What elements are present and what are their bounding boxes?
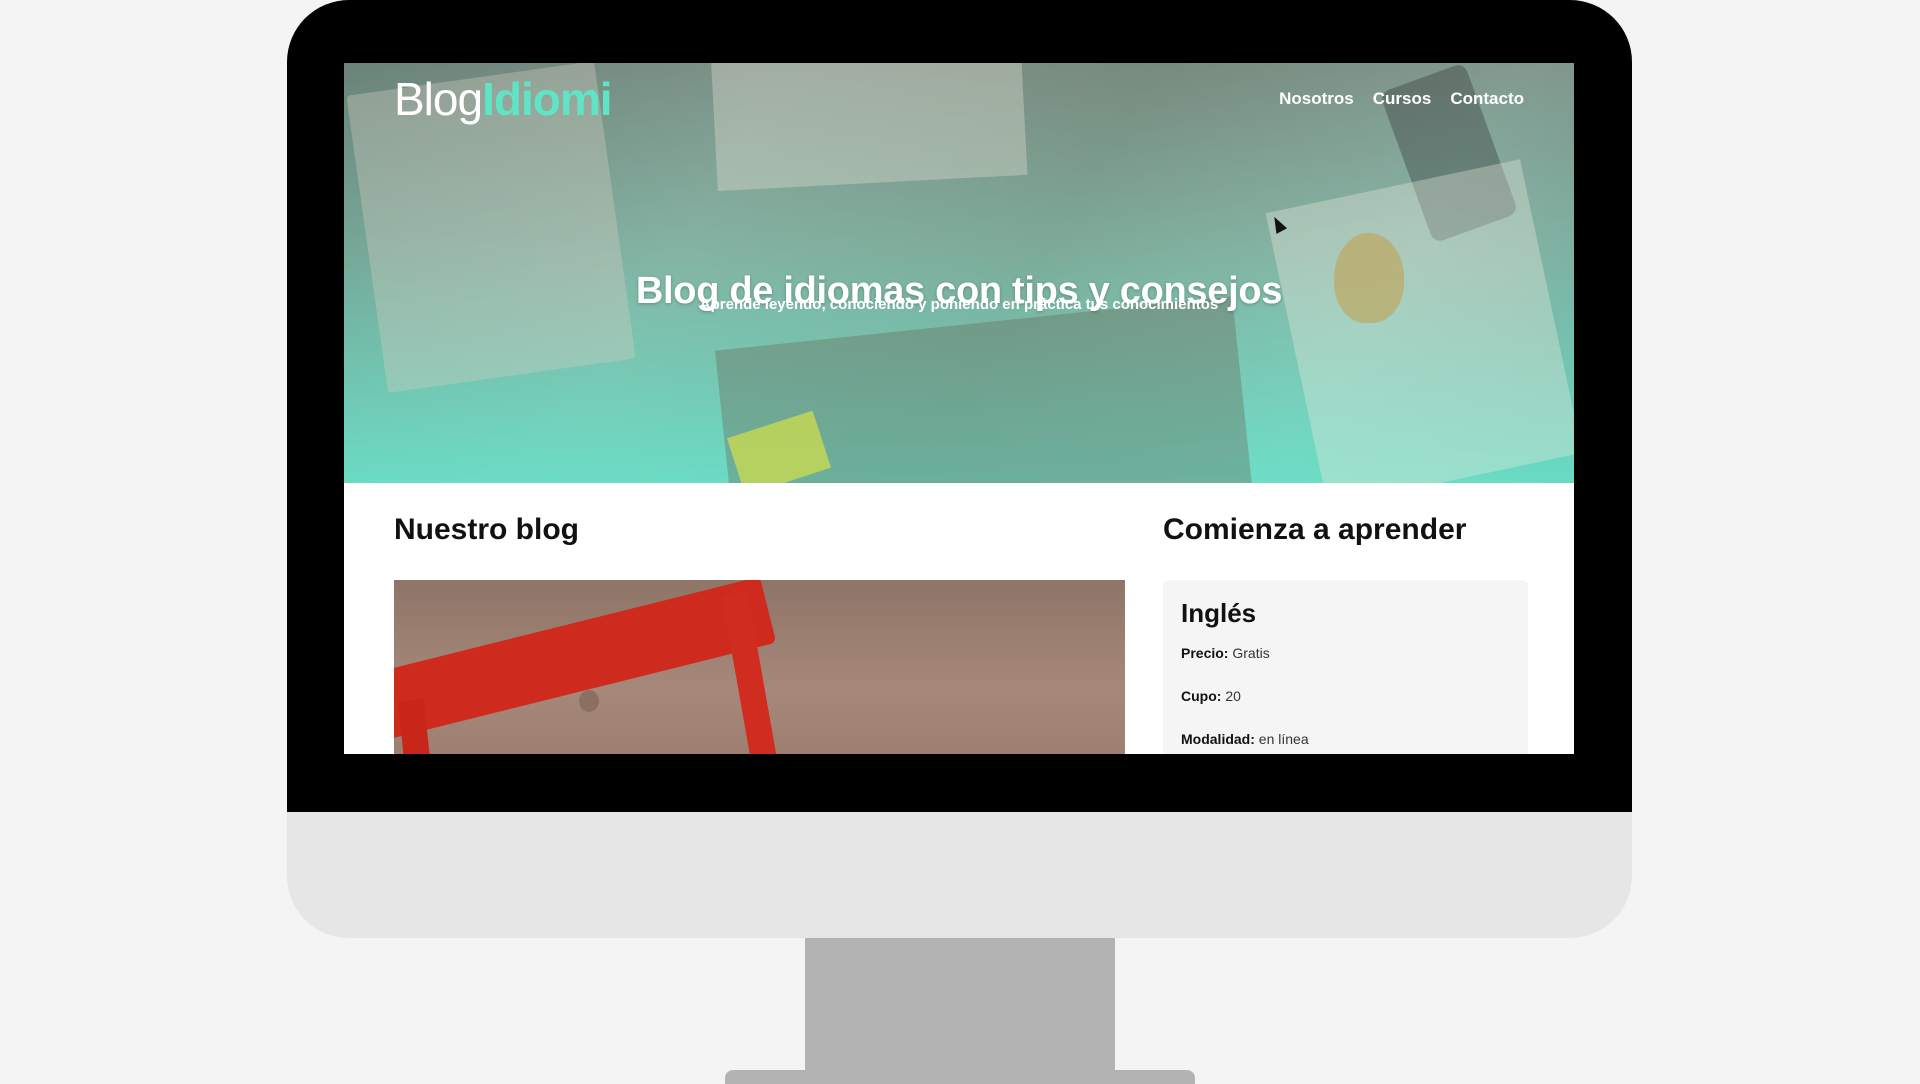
navbar: BlogIdiomi Nosotros Cursos Contacto [394, 69, 1524, 129]
nav-link-nosotros[interactable]: Nosotros [1279, 89, 1354, 109]
chair-image-hole [579, 690, 599, 712]
site-logo[interactable]: BlogIdiomi [394, 73, 613, 125]
course-mode-value: en línea [1258, 731, 1309, 747]
website-screen: BlogIdiomi Nosotros Cursos Contacto Blog… [344, 63, 1574, 754]
course-mode-label: Modalidad: [1181, 731, 1255, 747]
course-capacity: Cupo: 20 [1181, 688, 1510, 704]
course-name: Inglés [1181, 598, 1257, 628]
hero-background-paper [1265, 159, 1574, 483]
monitor-stand [805, 938, 1115, 1080]
course-mode: Modalidad: en línea [1181, 731, 1510, 747]
blog-section-title: Nuestro blog [394, 513, 579, 546]
blog-post-image[interactable] [394, 580, 1125, 754]
main-nav: Nosotros Cursos Contacto [1279, 89, 1524, 109]
course-price: Precio: Gratis [1181, 645, 1510, 661]
course-card-ingles[interactable]: Inglés Precio: Gratis Cupo: 20 Modalidad… [1163, 580, 1528, 754]
hero-banner: BlogIdiomi Nosotros Cursos Contacto Blog… [344, 63, 1574, 483]
monitor-stand-base [725, 1070, 1195, 1084]
logo-text-idiomi: Idiomi [482, 73, 612, 125]
course-price-value: Gratis [1232, 645, 1270, 661]
logo-text-blog: Blog [394, 73, 483, 125]
chair-image-slat [394, 580, 777, 740]
course-price-label: Precio: [1181, 645, 1229, 661]
nav-link-cursos[interactable]: Cursos [1373, 89, 1432, 109]
main-content: Nuestro blog Comienza a aprender Inglés … [344, 483, 1574, 754]
nav-link-contacto[interactable]: Contacto [1450, 89, 1524, 109]
course-capacity-value: 20 [1225, 688, 1241, 704]
courses-section-title: Comienza a aprender [1163, 513, 1467, 546]
hero-subtitle: Aprende leyendo, conociendo y poniendo e… [699, 296, 1219, 313]
course-capacity-label: Cupo: [1181, 688, 1222, 704]
monitor-chin [287, 812, 1632, 938]
